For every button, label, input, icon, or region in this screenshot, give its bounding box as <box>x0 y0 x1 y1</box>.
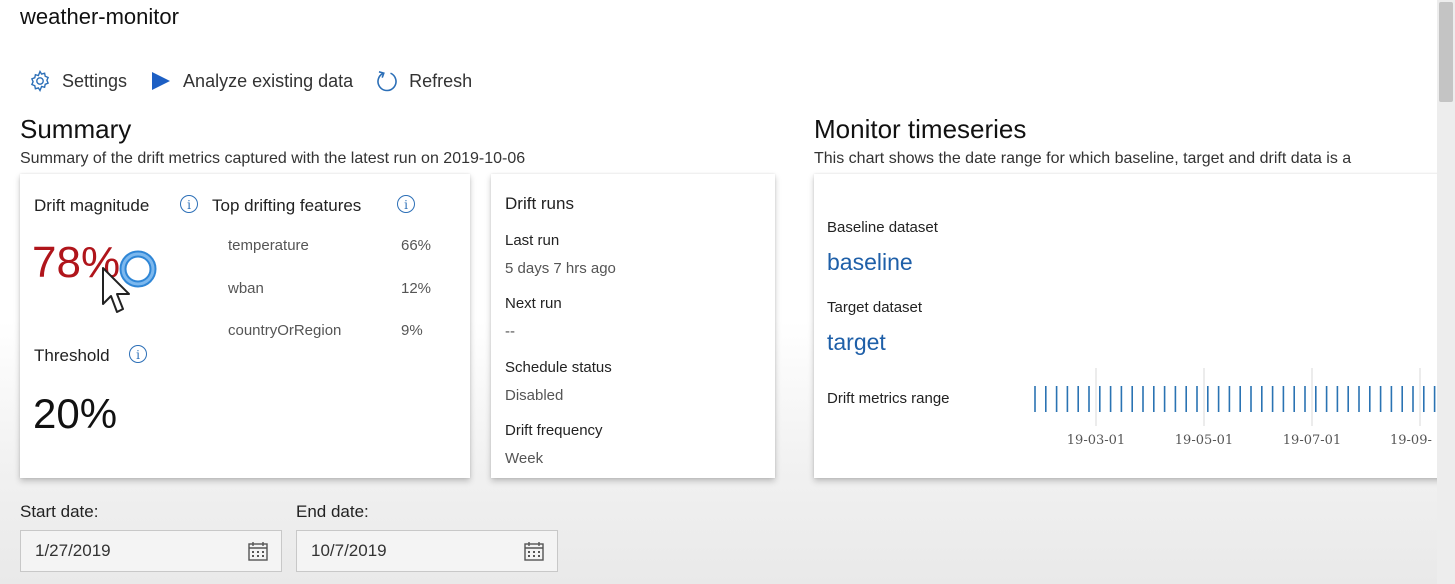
schedule-status-value: Disabled <box>505 387 564 404</box>
monitor-timeseries-heading: Monitor timeseries <box>814 114 1027 144</box>
timeseries-card: Baseline dataset baseline Target dataset… <box>814 174 1454 478</box>
threshold-info-icon[interactable]: i <box>129 345 147 363</box>
feature-name: wban <box>228 280 264 297</box>
drift-runs-heading: Drift runs <box>505 194 574 213</box>
refresh-icon <box>377 71 397 92</box>
last-run-value: 5 days 7 hrs ago <box>505 260 616 277</box>
last-run-label: Last run <box>505 232 560 249</box>
next-run-value: -- <box>505 323 515 340</box>
monitor-timeseries-subtitle: This chart shows the date range for whic… <box>814 150 1352 167</box>
analyze-label: Analyze existing data <box>183 70 354 91</box>
feature-name: temperature <box>228 237 309 254</box>
page-title: weather-monitor <box>20 4 179 29</box>
settings-button[interactable]: Settings <box>28 69 127 93</box>
analyze-existing-data-button[interactable]: Analyze existing data <box>149 69 353 93</box>
axis-tick-label: 19-05-01 <box>1175 433 1233 448</box>
top-drifting-features-label: Top drifting features <box>212 196 362 215</box>
gear-icon <box>30 69 50 93</box>
drift-frequency-value: Week <box>505 450 544 467</box>
toolbar: Settings Analyze existing data Refresh <box>28 66 494 96</box>
start-date-picker[interactable] <box>20 530 282 572</box>
start-date-label: Start date: <box>20 502 99 521</box>
feature-value: 66% <box>401 237 432 254</box>
axis-tick-label: 19-09- <box>1390 433 1432 448</box>
grid-lines <box>1095 368 1421 426</box>
baseline-dataset-link[interactable]: baseline <box>827 249 913 276</box>
threshold-label: Threshold <box>34 346 110 365</box>
drift-magnitude-label: Drift magnitude <box>34 196 150 215</box>
drift-metrics-range-chart: 19-03-01 19-05-01 19-07-01 19-09- <box>1034 368 1447 448</box>
top-features-info-icon[interactable]: i <box>397 195 415 213</box>
threshold-value: 20% <box>33 390 118 437</box>
calendar-icon[interactable] <box>247 540 269 562</box>
mouse-cursor-icon <box>102 267 130 313</box>
feature-value: 12% <box>401 280 432 297</box>
axis-tick-label: 19-07-01 <box>1283 433 1341 448</box>
end-date-input[interactable] <box>309 540 493 562</box>
calendar-icon[interactable] <box>523 540 545 562</box>
drift-run-ticks <box>1034 386 1447 412</box>
start-date-input[interactable] <box>33 540 217 562</box>
target-dataset-link[interactable]: target <box>827 329 886 356</box>
drift-frequency-label: Drift frequency <box>505 422 603 439</box>
baseline-dataset-label: Baseline dataset <box>827 219 938 236</box>
target-dataset-label: Target dataset <box>827 299 923 316</box>
refresh-button[interactable]: Refresh <box>375 69 472 93</box>
refresh-label: Refresh <box>409 70 473 91</box>
end-date-picker[interactable] <box>296 530 558 572</box>
axis-tick-label: 19-03-01 <box>1067 433 1125 448</box>
play-icon <box>152 72 171 90</box>
summary-card: Drift magnitude i 78% Top drifting featu… <box>20 174 470 478</box>
drift-runs-card: Drift runs Last run 5 days 7 hrs ago Nex… <box>491 174 775 478</box>
summary-heading: Summary <box>20 114 132 144</box>
schedule-status-label: Schedule status <box>505 359 612 376</box>
drift-magnitude-info-icon[interactable]: i <box>180 195 198 213</box>
feature-value: 9% <box>401 322 423 339</box>
next-run-label: Next run <box>505 295 562 312</box>
drift-metrics-range-label: Drift metrics range <box>827 390 950 407</box>
summary-subtitle: Summary of the drift metrics captured wi… <box>20 150 526 167</box>
end-date-label: End date: <box>296 502 369 521</box>
scrollbar-thumb[interactable] <box>1439 2 1453 102</box>
settings-label: Settings <box>62 70 128 91</box>
feature-name: countryOrRegion <box>228 322 342 339</box>
